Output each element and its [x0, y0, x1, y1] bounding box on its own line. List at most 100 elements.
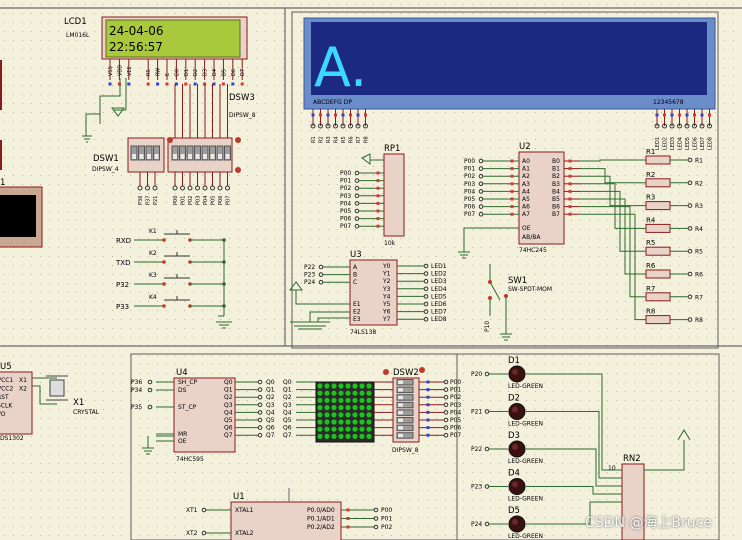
lcd-pin-marker — [184, 82, 188, 86]
matrix-led — [352, 433, 358, 439]
seg-pin-marker — [693, 113, 696, 117]
u2-model: 74HC245 — [519, 247, 547, 254]
pin-marker — [346, 508, 350, 512]
rp1-net-label: P07 — [340, 223, 351, 230]
rp1-net-label: P03 — [340, 193, 351, 200]
u2-74hc245[interactable]: U2 74HC245 OE AB/BA P00 A0 B0 P01 A1 B1 P02 A2 B… — [464, 142, 580, 254]
u4-in-pin: OE — [178, 438, 187, 445]
dsw-net-label: P21 — [153, 196, 159, 205]
u1-xtal-net: XT1 — [186, 507, 198, 514]
u3-out-net: LED5 — [431, 293, 447, 300]
key-net-label: TXD — [115, 259, 130, 267]
dsw-net-label: P00 — [173, 196, 179, 205]
led-ref: D3 — [508, 431, 520, 441]
seg-net-label: R3 — [326, 136, 332, 143]
net-terminal — [354, 216, 360, 221]
dip-switch-knob — [203, 154, 207, 159]
dsw-net-label: P02 — [188, 196, 194, 205]
key-ref: K3 — [149, 272, 157, 279]
u4-74hc595[interactable]: U4 74HC595 SH_CPDS ST_CP MROE P36P34 P35 Q0 Q0… — [131, 368, 316, 463]
led-matrix[interactable] — [315, 381, 375, 443]
dsw-net-label: P01 — [181, 196, 187, 205]
rp1-net-label: P02 — [340, 185, 351, 192]
u3-y-pin: Y2 — [382, 278, 391, 285]
u3-74ls138[interactable]: U3 74LS138 P22 AP23 BP24 CE1E2E3Y0 LED1Y1 LED… — [304, 250, 447, 336]
u1-xtal-pin: XTAL2 — [235, 530, 254, 537]
matrix-led — [317, 383, 323, 389]
resistor-ref: R5 — [646, 239, 655, 247]
led-model: LED-GREEN — [508, 533, 543, 540]
key-switches[interactable]: RXD K1 TXD K2 P32 K3 P33 K4 — [115, 228, 226, 311]
dsw2[interactable]: DSW2 DIPSW_8 P00P01P02P03P04P05P06P07 — [374, 367, 461, 454]
led-highlight — [512, 519, 518, 525]
resistor-bank[interactable]: R1 R1 R2 R2 R3 R3 R4 R4 R5 R5 R6 R6 R7 R7 R8 R8 — [636, 148, 703, 325]
matrix-led — [331, 433, 337, 439]
led-ref: D5 — [508, 506, 520, 516]
lcd-pin-marker — [221, 82, 225, 86]
dsw2-net: P01 — [450, 387, 461, 394]
seven-segment-display[interactable]: A. ABCDEFG DP 12345678 R1 R2 R3 R4 R5 R6 R7 R8 L… — [303, 17, 716, 150]
lcd-pin-marker — [108, 82, 112, 86]
dip-switch-knob — [398, 418, 403, 422]
pin-marker — [376, 179, 380, 183]
u2-b-pin: B5 — [552, 196, 560, 203]
u4-in-pin: ST_CP — [178, 404, 197, 411]
net-terminal — [478, 211, 484, 217]
ds1302-pin: SCLK — [0, 403, 13, 410]
net-terminal — [484, 446, 490, 452]
dsw1[interactable]: DSW1 DIPSW_4 — [92, 137, 165, 173]
schematic-canvas[interactable]: { "lcd": {"ref":"LCD1","model":"LM016L",… — [0, 0, 742, 540]
rp1[interactable]: RP1 10k P00P01P02P03P04P05P06P07 — [340, 144, 405, 247]
matrix-led — [324, 383, 330, 389]
u3-y-pin: Y1 — [382, 271, 391, 278]
seg-pin-marker — [670, 113, 674, 117]
bus-wire — [580, 198, 636, 275]
lcd-line2: 22:56:57 — [109, 40, 163, 54]
seg-net-label: R4 — [334, 136, 340, 143]
dsw3-ctrl — [235, 167, 241, 173]
resistor — [645, 201, 671, 211]
dip-switch-knob — [398, 426, 403, 430]
net-terminal — [478, 196, 484, 202]
sw1-model: SW-SPDT-MOM — [508, 286, 552, 293]
net-terminal — [484, 521, 490, 527]
dsw3[interactable]: DSW3 DIPSW_8 — [167, 84, 256, 173]
net-terminal — [423, 263, 429, 269]
u2-a-pin: A0 — [522, 158, 530, 165]
u3-y-pin: Y4 — [382, 293, 391, 300]
pin-marker — [426, 395, 430, 399]
net-terminal — [443, 410, 449, 415]
seg-pin-marker — [326, 113, 330, 117]
net-terminal — [257, 410, 263, 415]
pin-marker — [426, 426, 430, 430]
net-terminal — [354, 193, 360, 199]
u4-in-net: P36 — [131, 379, 142, 386]
pin-marker — [568, 159, 572, 163]
key-ref: K1 — [149, 228, 157, 235]
lcd1[interactable]: 24-04-06 22:56:57 LCD1 LM016L VSS VDD VEE R… — [64, 16, 248, 86]
pin-marker — [568, 182, 572, 186]
seg-net-label: LED1 — [655, 137, 661, 150]
resistor-net: R6 — [695, 272, 703, 279]
resistor-net: R3 — [695, 203, 703, 210]
seg-pin-marker — [356, 113, 360, 117]
dsw2-net: P00 — [450, 379, 461, 386]
net-terminal — [443, 402, 449, 408]
matrix-led — [331, 383, 337, 389]
matrix-led — [352, 405, 358, 411]
u3-out-net: LED6 — [431, 301, 447, 308]
dsw2-net: P06 — [450, 425, 461, 432]
matrix-led — [331, 397, 337, 403]
net-terminal — [478, 158, 484, 164]
seg-pin-marker — [663, 113, 666, 117]
ds1302[interactable]: U5 DS1302 VCC1 VCC2RST SCLKI/O X1 X2 X1 CRYS… — [0, 362, 100, 442]
sw1[interactable]: SW1 SW-SPDT-MOM P10 — [484, 264, 552, 341]
pin-marker — [510, 197, 514, 201]
pin-marker — [376, 201, 380, 205]
resistor-net: R2 — [695, 180, 703, 187]
lcd-pin-label: D0 — [174, 69, 180, 76]
sw1-ref: SW1 — [508, 276, 527, 286]
matrix-led — [345, 405, 351, 411]
seg-net-label: LED2 — [663, 137, 669, 150]
seg-net-label: R5 — [341, 136, 347, 143]
